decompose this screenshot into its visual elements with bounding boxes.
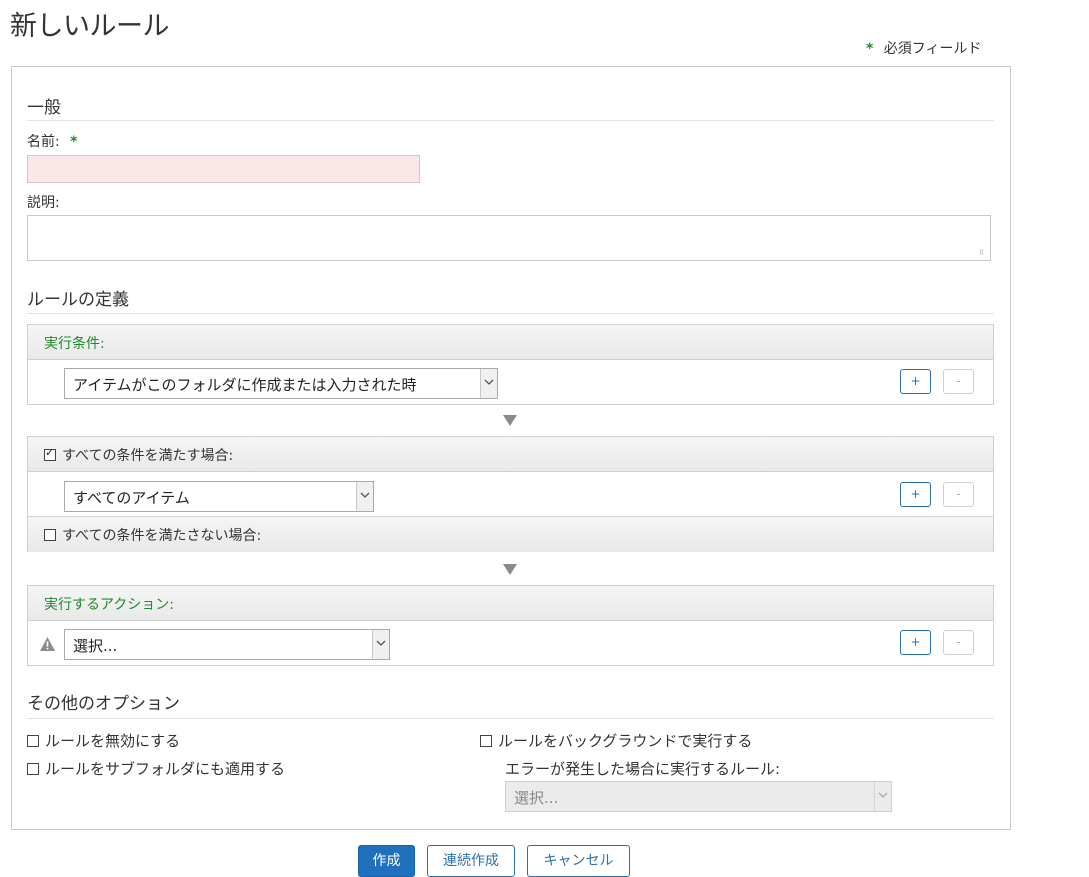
create-button[interactable]: 作成 (358, 845, 415, 877)
required-note-text: 必須フィールド (883, 41, 982, 57)
run-background-checkbox[interactable] (480, 735, 492, 747)
conditions-all-label: すべての条件を満たす場合: (62, 448, 234, 464)
actions-panel-header: 実行するアクション: (28, 586, 993, 621)
apply-subfolders-option[interactable]: ルールをサブフォルダにも適用する (27, 758, 285, 779)
chevron-down-icon (874, 782, 891, 811)
conditions-all-checkbox[interactable] (44, 446, 56, 461)
name-input[interactable] (27, 155, 420, 183)
flow-arrow-icon (503, 415, 517, 426)
warning-icon (39, 636, 56, 656)
chevron-down-icon (480, 369, 497, 398)
trigger-panel-header: 実行条件: (28, 325, 993, 360)
description-label: 説明: (27, 195, 60, 211)
rule-definition-heading: ルールの定義 (27, 290, 129, 310)
run-background-option[interactable]: ルールをバックグラウンドで実行する (480, 730, 752, 751)
actions-select-value: 選択... (73, 637, 118, 655)
actions-panel: 実行するアクション: 選択... + - (27, 585, 994, 666)
resize-grip-icon[interactable]: ⠿ (979, 249, 987, 257)
error-rule-select[interactable]: 選択... (505, 781, 892, 812)
conditions-remove-button[interactable]: - (943, 482, 974, 507)
create-continue-button[interactable]: 連続作成 (427, 845, 515, 877)
trigger-select[interactable]: アイテムがこのフォルダに作成または入力された時 (64, 368, 498, 399)
conditions-add-button[interactable]: + (900, 482, 931, 507)
rule-definition-divider (27, 313, 994, 314)
trigger-select-value: アイテムがこのフォルダに作成または入力された時 (73, 376, 417, 394)
conditions-all-header: すべての条件を満たす場合: (28, 437, 993, 472)
conditions-none-toggle[interactable]: すべての条件を満たさない場合: (44, 525, 261, 545)
error-rule-label: エラーが発生した場合に実行するルール: (505, 760, 781, 778)
actions-remove-button[interactable]: - (943, 630, 974, 655)
run-background-label: ルールをバックグラウンドで実行する (498, 732, 753, 750)
disable-rule-option[interactable]: ルールを無効にする (27, 730, 180, 751)
actions-select[interactable]: 選択... (64, 629, 390, 660)
trigger-panel: 実行条件: アイテムがこのフォルダに作成または入力された時 + - (27, 324, 994, 405)
apply-subfolders-checkbox[interactable] (27, 763, 39, 775)
disable-rule-checkbox[interactable] (27, 735, 39, 747)
apply-subfolders-label: ルールをサブフォルダにも適用する (45, 760, 286, 778)
description-textarea[interactable]: ⠿ (27, 215, 991, 261)
actions-header-text: 実行するアクション: (44, 597, 175, 613)
actions-add-button[interactable]: + (900, 630, 931, 655)
cancel-button[interactable]: キャンセル (527, 845, 630, 877)
required-note: * 必須フィールド (866, 38, 982, 58)
conditions-panel: すべての条件を満たす場合: すべてのアイテム + - すべての条件を満たさない場… (27, 436, 994, 552)
flow-arrow-icon (503, 564, 517, 575)
trigger-header-text: 実行条件: (44, 336, 105, 352)
conditions-select[interactable]: すべてのアイテム (64, 481, 374, 512)
chevron-down-icon (372, 630, 389, 659)
trigger-remove-button[interactable]: - (943, 369, 974, 394)
conditions-none-checkbox[interactable] (44, 529, 56, 541)
required-mark: * (866, 41, 874, 57)
disable-rule-label: ルールを無効にする (45, 732, 181, 750)
name-label: 名前: * (27, 131, 78, 151)
general-heading: 一般 (27, 98, 61, 118)
conditions-none-header: すべての条件を満たさない場合: (28, 516, 993, 552)
other-options-heading: その他のオプション (27, 694, 180, 714)
page-title: 新しいルール (10, 11, 170, 42)
name-label-text: 名前: (27, 134, 60, 150)
chevron-down-icon (356, 482, 373, 511)
conditions-all-toggle[interactable]: すべての条件を満たす場合: (44, 445, 233, 465)
conditions-select-value: すべてのアイテム (73, 489, 190, 507)
trigger-add-button[interactable]: + (900, 369, 931, 394)
other-options-divider (27, 718, 994, 719)
name-required-mark: * (70, 134, 78, 150)
conditions-none-label: すべての条件を満たさない場合: (62, 528, 262, 544)
error-rule-select-value: 選択... (514, 789, 559, 807)
general-divider (27, 120, 994, 121)
